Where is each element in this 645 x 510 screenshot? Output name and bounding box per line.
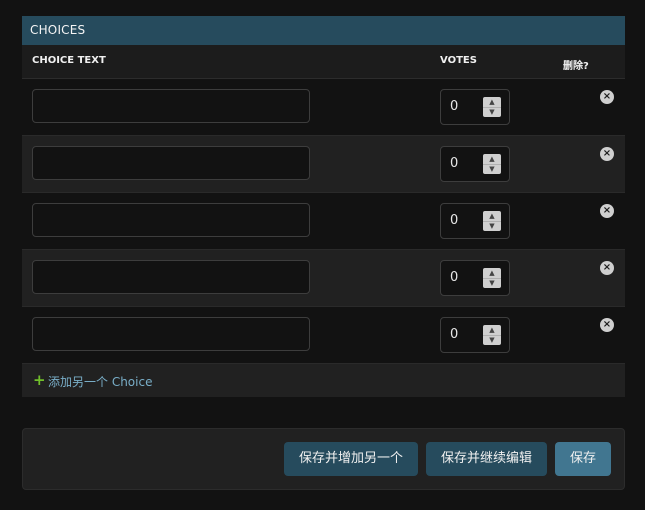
choice-text-input[interactable] bbox=[32, 260, 310, 294]
add-another-row[interactable]: + 添加另一个 Choice bbox=[22, 364, 625, 397]
choice-row: 0 ▲ ▼ × bbox=[22, 307, 625, 364]
chevron-down-icon[interactable]: ▼ bbox=[483, 221, 501, 231]
submit-row: 保存并增加另一个 保存并继续编辑 保存 bbox=[22, 428, 625, 490]
votes-spinner[interactable]: ▲ ▼ bbox=[483, 268, 501, 288]
choice-text-input[interactable] bbox=[32, 317, 310, 351]
chevron-down-icon[interactable]: ▼ bbox=[483, 164, 501, 174]
inline-group-title: CHOICES bbox=[22, 16, 625, 45]
column-header-row: CHOICE TEXT VOTES 删除? bbox=[22, 45, 625, 79]
save-and-continue-button[interactable]: 保存并继续编辑 bbox=[426, 442, 547, 476]
chevron-down-icon[interactable]: ▼ bbox=[483, 107, 501, 117]
column-header-delete: 删除? bbox=[563, 61, 589, 72]
votes-input[interactable]: 0 ▲ ▼ bbox=[440, 260, 510, 296]
save-button[interactable]: 保存 bbox=[555, 442, 611, 476]
votes-spinner[interactable]: ▲ ▼ bbox=[483, 211, 501, 231]
column-header-votes: VOTES bbox=[440, 55, 477, 66]
votes-input[interactable]: 0 ▲ ▼ bbox=[440, 317, 510, 353]
votes-input[interactable]: 0 ▲ ▼ bbox=[440, 146, 510, 182]
votes-value: 0 bbox=[450, 99, 459, 114]
votes-value: 0 bbox=[450, 156, 459, 171]
close-circle-icon[interactable]: × bbox=[600, 261, 614, 275]
close-circle-icon[interactable]: × bbox=[600, 90, 614, 104]
choice-text-input[interactable] bbox=[32, 89, 310, 123]
votes-spinner[interactable]: ▲ ▼ bbox=[483, 154, 501, 174]
choice-row: 0 ▲ ▼ × bbox=[22, 250, 625, 307]
chevron-down-icon[interactable]: ▼ bbox=[483, 278, 501, 288]
choice-text-input[interactable] bbox=[32, 203, 310, 237]
plus-icon[interactable]: + bbox=[33, 371, 46, 389]
choices-inline-group: CHOICES CHOICE TEXT VOTES 删除? 0 ▲ ▼ × 0 … bbox=[22, 16, 625, 397]
votes-input[interactable]: 0 ▲ ▼ bbox=[440, 89, 510, 125]
close-circle-icon[interactable]: × bbox=[600, 147, 614, 161]
votes-input[interactable]: 0 ▲ ▼ bbox=[440, 203, 510, 239]
choice-row: 0 ▲ ▼ × bbox=[22, 136, 625, 193]
column-header-choice-text: CHOICE TEXT bbox=[32, 55, 106, 66]
votes-spinner[interactable]: ▲ ▼ bbox=[483, 97, 501, 117]
close-circle-icon[interactable]: × bbox=[600, 204, 614, 218]
add-another-link[interactable]: 添加另一个 Choice bbox=[48, 373, 152, 390]
choice-text-input[interactable] bbox=[32, 146, 310, 180]
close-circle-icon[interactable]: × bbox=[600, 318, 614, 332]
votes-value: 0 bbox=[450, 327, 459, 342]
save-and-add-another-button[interactable]: 保存并增加另一个 bbox=[284, 442, 418, 476]
choice-row: 0 ▲ ▼ × bbox=[22, 79, 625, 136]
votes-value: 0 bbox=[450, 270, 459, 285]
choice-row: 0 ▲ ▼ × bbox=[22, 193, 625, 250]
votes-spinner[interactable]: ▲ ▼ bbox=[483, 325, 501, 345]
chevron-down-icon[interactable]: ▼ bbox=[483, 335, 501, 345]
votes-value: 0 bbox=[450, 213, 459, 228]
